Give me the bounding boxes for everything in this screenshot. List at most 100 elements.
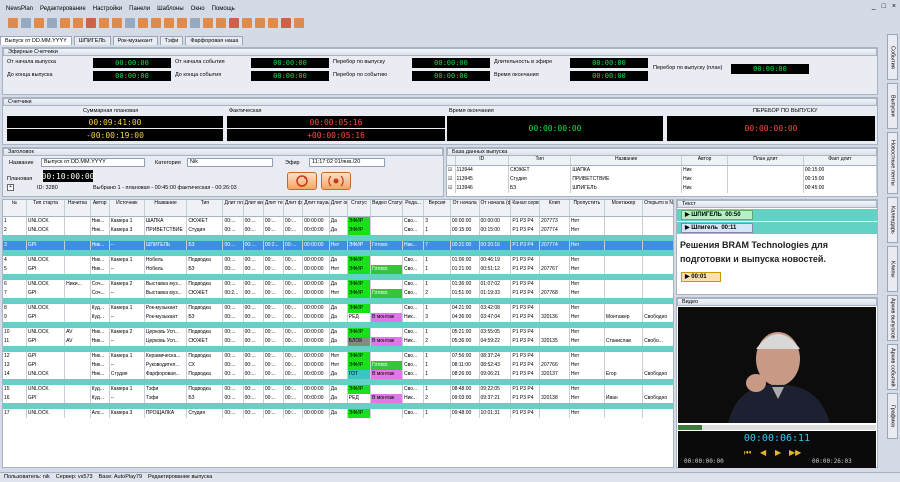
column-header[interactable]: Источник xyxy=(109,200,145,217)
table-row[interactable]: 5 GPI Ник... -- Нобель БЗ 00:... 00:... 00:... 00… xyxy=(3,264,673,274)
save-icon[interactable] xyxy=(34,18,44,28)
column-header[interactable]: Длит факт xyxy=(283,200,304,217)
table-row[interactable]: 9 GPI Куд... -- Рок-музыкант БЗ 00:... 00:... 00… xyxy=(3,312,673,322)
forward-icon[interactable]: ▶▶ xyxy=(789,448,801,457)
checkbox[interactable]: ☑ xyxy=(447,174,456,184)
settings-icon[interactable] xyxy=(294,18,304,28)
column-header[interactable]: Клип xyxy=(539,200,570,217)
broadcast-button[interactable] xyxy=(321,172,351,190)
script-text[interactable]: Решения BRAM Technologies для подготовки… xyxy=(680,238,876,266)
video-icon[interactable] xyxy=(255,18,265,28)
side-tab[interactable]: Клипы xyxy=(887,246,898,292)
table-row[interactable]: 13 GPI Ник... -- Руководител... СХ 00:... 00:..… xyxy=(3,360,673,370)
side-tab[interactable]: Календарь xyxy=(887,197,898,243)
menu-item[interactable]: Редактирование xyxy=(40,6,86,12)
column-header[interactable]: Начитка xyxy=(64,200,91,217)
step-back-icon[interactable]: ⏮ xyxy=(744,448,751,458)
audio-icon[interactable] xyxy=(268,18,278,28)
column-header[interactable]: Открыто в NewsBase xyxy=(642,200,673,217)
column-header[interactable]: Статус xyxy=(347,200,372,217)
table-row[interactable]: 3 GPI Ник... -- ШПИГЕЛЬ БЗ 00:... 00:... 00:2...… xyxy=(3,240,673,250)
table-row[interactable]: 11 GPI AV Ник... -- Церковь Усп... СЮЖЕТ 00:...… xyxy=(3,336,673,346)
print-icon[interactable] xyxy=(47,18,57,28)
column-header[interactable]: От начала (факт) xyxy=(479,200,512,217)
expand-icon[interactable]: + xyxy=(7,184,14,191)
move-up-icon[interactable] xyxy=(99,18,109,28)
column-header[interactable]: Монтажер xyxy=(604,200,644,217)
table-row[interactable]: 14 UNLOCK Ник... Студия Фарфоровая... Подводк… xyxy=(3,369,673,379)
menu-item[interactable]: Помощь xyxy=(212,6,235,12)
view-icon[interactable] xyxy=(125,18,135,28)
column-header[interactable]: Тип старта xyxy=(26,200,66,217)
refresh-button[interactable] xyxy=(287,172,317,190)
paste-icon[interactable] xyxy=(164,18,174,28)
minimize-button[interactable]: _ xyxy=(872,3,876,10)
move-down-icon[interactable] xyxy=(112,18,122,28)
column-header[interactable]: Длит видео xyxy=(243,200,264,217)
open-icon[interactable] xyxy=(21,18,31,28)
column-header[interactable]: № xyxy=(3,200,27,217)
maximize-button[interactable]: □ xyxy=(882,3,886,10)
alert-icon[interactable] xyxy=(281,18,291,28)
new-icon[interactable] xyxy=(8,18,18,28)
column-header[interactable]: Реда... xyxy=(402,200,425,217)
menu-item[interactable]: Окно xyxy=(191,6,205,12)
side-tab[interactable]: Архив событий xyxy=(887,344,898,390)
document-tab[interactable]: Тэфи xyxy=(159,36,184,45)
list-icon[interactable] xyxy=(190,18,200,28)
column-header[interactable]: Видео Статус xyxy=(370,200,403,217)
name-field[interactable]: Выпуск от DD.MM.YYYY xyxy=(41,158,145,167)
copy-icon[interactable] xyxy=(73,18,83,28)
document-tab[interactable]: Рок-музыкант xyxy=(112,36,158,45)
air-datetime[interactable]: 11:17:02 01/янв./20 xyxy=(309,158,385,167)
side-tab[interactable]: Архив выпусков xyxy=(887,295,898,341)
video-progress[interactable] xyxy=(678,425,876,430)
table-row[interactable]: 15 UNLOCK Куд... Камера 1 Тэфи Подводка 00:...… xyxy=(3,384,673,394)
rewind-icon[interactable]: ◀ xyxy=(760,448,766,457)
table-row[interactable]: 17 UNLOCK Алс... Камера 3 ПРОЩАЛКА Студия 00:.… xyxy=(3,408,673,418)
menu-item[interactable]: Панели xyxy=(129,6,150,12)
column-header[interactable]: Длит паузы(сек) xyxy=(302,200,330,217)
checkbox[interactable]: ☑ xyxy=(447,183,456,193)
table-row[interactable]: 10 UNLOCK AV Ник... Камера 2 Церковь Усп... По… xyxy=(3,327,673,337)
db-row[interactable]: ☑ 113944 СЮЖЕТ ШАПКА Ник 00:15:00 xyxy=(447,165,878,175)
check-icon[interactable] xyxy=(229,18,239,28)
close-button[interactable]: × xyxy=(892,3,896,10)
column-header[interactable]: Название xyxy=(144,200,188,217)
column-header[interactable]: Автор xyxy=(90,200,110,217)
edit-icon[interactable] xyxy=(138,18,148,28)
side-tab[interactable]: Выпуски xyxy=(887,83,898,129)
column-header[interactable]: Длит план xyxy=(222,200,244,217)
column-header[interactable]: Длит текст xyxy=(263,200,285,217)
table-row[interactable]: 8 UNLOCK Куд... Камера 1 Рок-музыкант Подводк… xyxy=(3,303,673,313)
table-row[interactable]: 2 UNLOCK Ник... Камера 3 ПРИВЕТСТВИЕ Студия 00… xyxy=(3,225,673,235)
column-header[interactable]: От начала xyxy=(450,200,480,217)
column-header[interactable]: Канал сервера xyxy=(510,200,541,217)
column-header[interactable]: Тип xyxy=(186,200,224,217)
document-tab[interactable]: Выпуск от DD.MM.YYYY xyxy=(0,36,72,45)
category-select[interactable]: Nik xyxy=(187,158,273,167)
timer-icon[interactable] xyxy=(242,18,252,28)
side-tab[interactable]: Графика xyxy=(887,393,898,439)
table-row[interactable]: 12 GPI Ник... Камера 1 Керамическа... Подводк… xyxy=(3,351,673,361)
column-header[interactable]: Пропустить xyxy=(569,200,605,217)
side-tab[interactable]: События xyxy=(887,34,898,80)
export-icon[interactable] xyxy=(203,18,213,28)
table-row[interactable]: 16 GPI Куд... -- Тэфи БЗ 00:... 00:... 00:... 00:… xyxy=(3,393,673,403)
menu-item[interactable]: NewsPlan xyxy=(6,6,33,12)
menu-item[interactable]: Шаблоны xyxy=(157,6,184,12)
cut-icon[interactable] xyxy=(60,18,70,28)
db-row[interactable]: ☑ 113946 БЗ ШПИГЕЛЬ Ник 00:45:00 xyxy=(447,183,878,193)
insert-icon[interactable] xyxy=(151,18,161,28)
menu-item[interactable]: Настройки xyxy=(93,6,122,12)
table-row[interactable]: 6 UNLOCK Ники... Соч... Камера 2 Выставка муз… xyxy=(3,279,673,289)
document-tab[interactable]: ШПИГЕЛЬ xyxy=(73,36,111,45)
document-tab[interactable]: Фарфоровая наша xyxy=(185,36,244,45)
play-icon[interactable]: ▶ xyxy=(775,448,781,457)
side-tab[interactable]: Новостные ленты xyxy=(887,132,898,194)
import-icon[interactable] xyxy=(216,18,226,28)
table-row[interactable]: 7 GPI Соч... -- Выставка муз... СЮЖЕТ 00:2... 0… xyxy=(3,288,673,298)
delete-icon[interactable] xyxy=(86,18,96,28)
checkbox[interactable]: ☑ xyxy=(447,165,456,175)
table-row[interactable]: 1 UNLOCK Ник... Камера 1 ШАПКА СЮЖЕТ 00:... 00:… xyxy=(3,216,673,226)
